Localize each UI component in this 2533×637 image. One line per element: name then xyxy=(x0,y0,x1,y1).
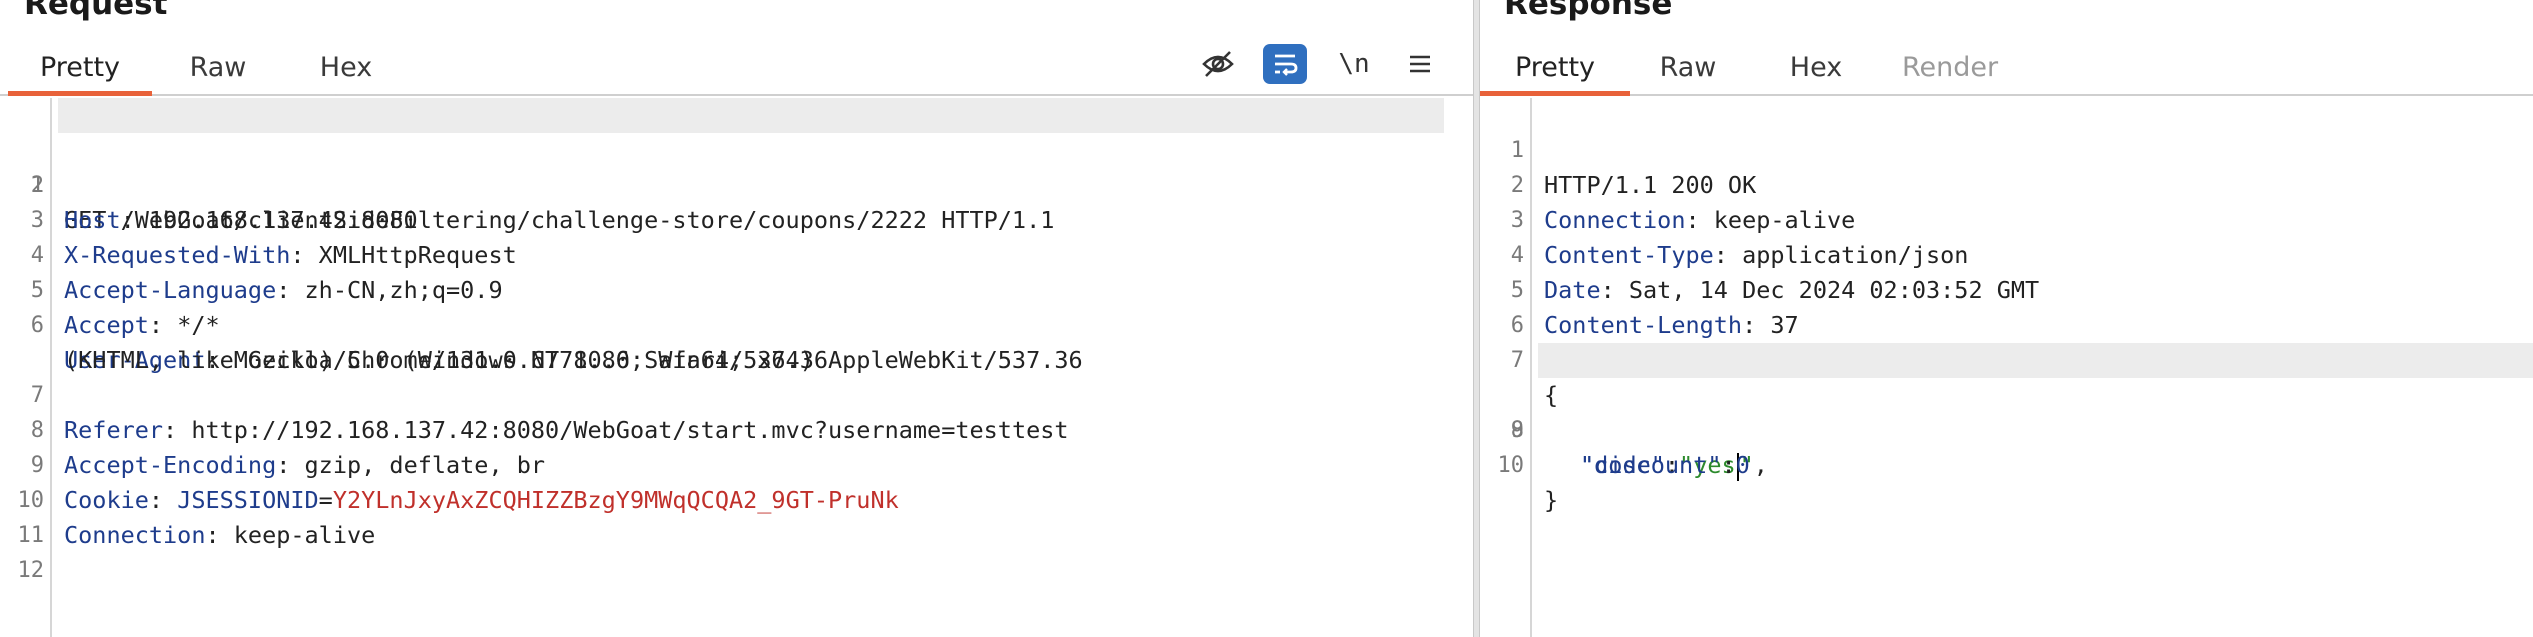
request-cookie-line: 9 Cookie: JSESSIONID=Y2YLnJxyAxZCQHIZZBz… xyxy=(0,413,1473,514)
response-tab-hex[interactable]: Hex xyxy=(1768,40,1864,96)
json-code-line: 8 "code":"yes ", xyxy=(1480,343,2533,481)
json-close-brace: 10 } xyxy=(1480,413,2533,514)
request-title: Request xyxy=(24,0,168,22)
hamburger-menu-icon[interactable] xyxy=(1398,44,1442,84)
response-header-line: 3 Content-Type: application/json xyxy=(1480,168,2533,269)
pane-splitter[interactable] xyxy=(1473,0,1480,637)
response-title: Response xyxy=(1504,0,1673,22)
json-number-value: 0 xyxy=(1735,451,1750,479)
request-wrapped-line: (KHTML, like Gecko) Chrome/131.0.6778.86… xyxy=(0,308,1473,374)
word-wrap-icon[interactable] xyxy=(1263,44,1307,84)
response-editor[interactable]: 1 HTTP/1.1 200 OK 2 Connection: keep-ali… xyxy=(1480,98,2533,637)
json-brace: } xyxy=(1544,486,1559,514)
line-number: 10 xyxy=(1497,453,1525,478)
response-status-line: 1 HTTP/1.1 200 OK xyxy=(1480,98,2533,199)
json-discount-line: 9 "discount":0 xyxy=(1480,378,2533,479)
json-key: "discount" xyxy=(1580,451,1722,479)
request-header-line: 8 Accept-Encoding: gzip, deflate, br xyxy=(0,378,1473,479)
response-tab-pretty[interactable]: Pretty xyxy=(1480,40,1630,96)
request-header-line: 7 Referer: http://192.168.137.42:8080/We… xyxy=(0,343,1473,444)
request-header-line: 4 Accept-Language: zh-CN,zh;q=0.9 xyxy=(0,203,1473,304)
request-header-line: 2 Host: 192.168.137.42:8080 xyxy=(0,133,1473,234)
request-empty-line: 11 xyxy=(0,483,1473,548)
request-pane: Request Pretty Raw Hex \n 1 GET /WebGoat… xyxy=(0,0,1473,637)
response-pane: Response Pretty Raw Hex Render 1 HTTP/1.… xyxy=(1480,0,2533,637)
request-header-line: 3 X-Requested-With: XMLHttpRequest xyxy=(0,168,1473,269)
response-tab-render[interactable]: Render xyxy=(1890,40,2010,96)
response-header-line: 4 Date: Sat, 14 Dec 2024 02:03:52 GMT xyxy=(1480,203,2533,304)
request-tab-hex[interactable]: Hex xyxy=(298,40,394,96)
request-header-line: 10 Connection: keep-alive xyxy=(0,448,1473,549)
request-empty-line: 12 xyxy=(0,518,1473,583)
request-tab-pretty[interactable]: Pretty xyxy=(8,40,152,96)
response-header-line: 2 Connection: keep-alive xyxy=(1480,133,2533,234)
response-tabbar: Pretty Raw Hex Render xyxy=(1480,40,2533,96)
eye-slash-icon[interactable] xyxy=(1196,44,1240,84)
response-empty-line: 6 xyxy=(1480,273,2533,338)
request-line: 1 GET /WebGoat/clientSideFiltering/chall… xyxy=(0,98,1473,234)
request-header-line: 5 Accept: */* xyxy=(0,238,1473,339)
request-editor[interactable]: 1 GET /WebGoat/clientSideFiltering/chall… xyxy=(0,98,1473,637)
newline-toggle[interactable]: \n xyxy=(1332,44,1376,84)
json-comma: , xyxy=(1753,451,1768,479)
json-open-brace: 7 { xyxy=(1480,308,2533,409)
response-header-line: 5 Content-Length: 37 xyxy=(1480,238,2533,339)
request-tabbar: Pretty Raw Hex xyxy=(0,40,1473,96)
request-tab-raw[interactable]: Raw xyxy=(166,40,270,96)
line-number: 12 xyxy=(17,558,45,583)
json-separator: : xyxy=(1721,451,1736,479)
request-header-line: 6 User-Agent: Mozilla/5.0 (Windows NT 10… xyxy=(0,273,1473,374)
response-tab-raw[interactable]: Raw xyxy=(1636,40,1740,96)
